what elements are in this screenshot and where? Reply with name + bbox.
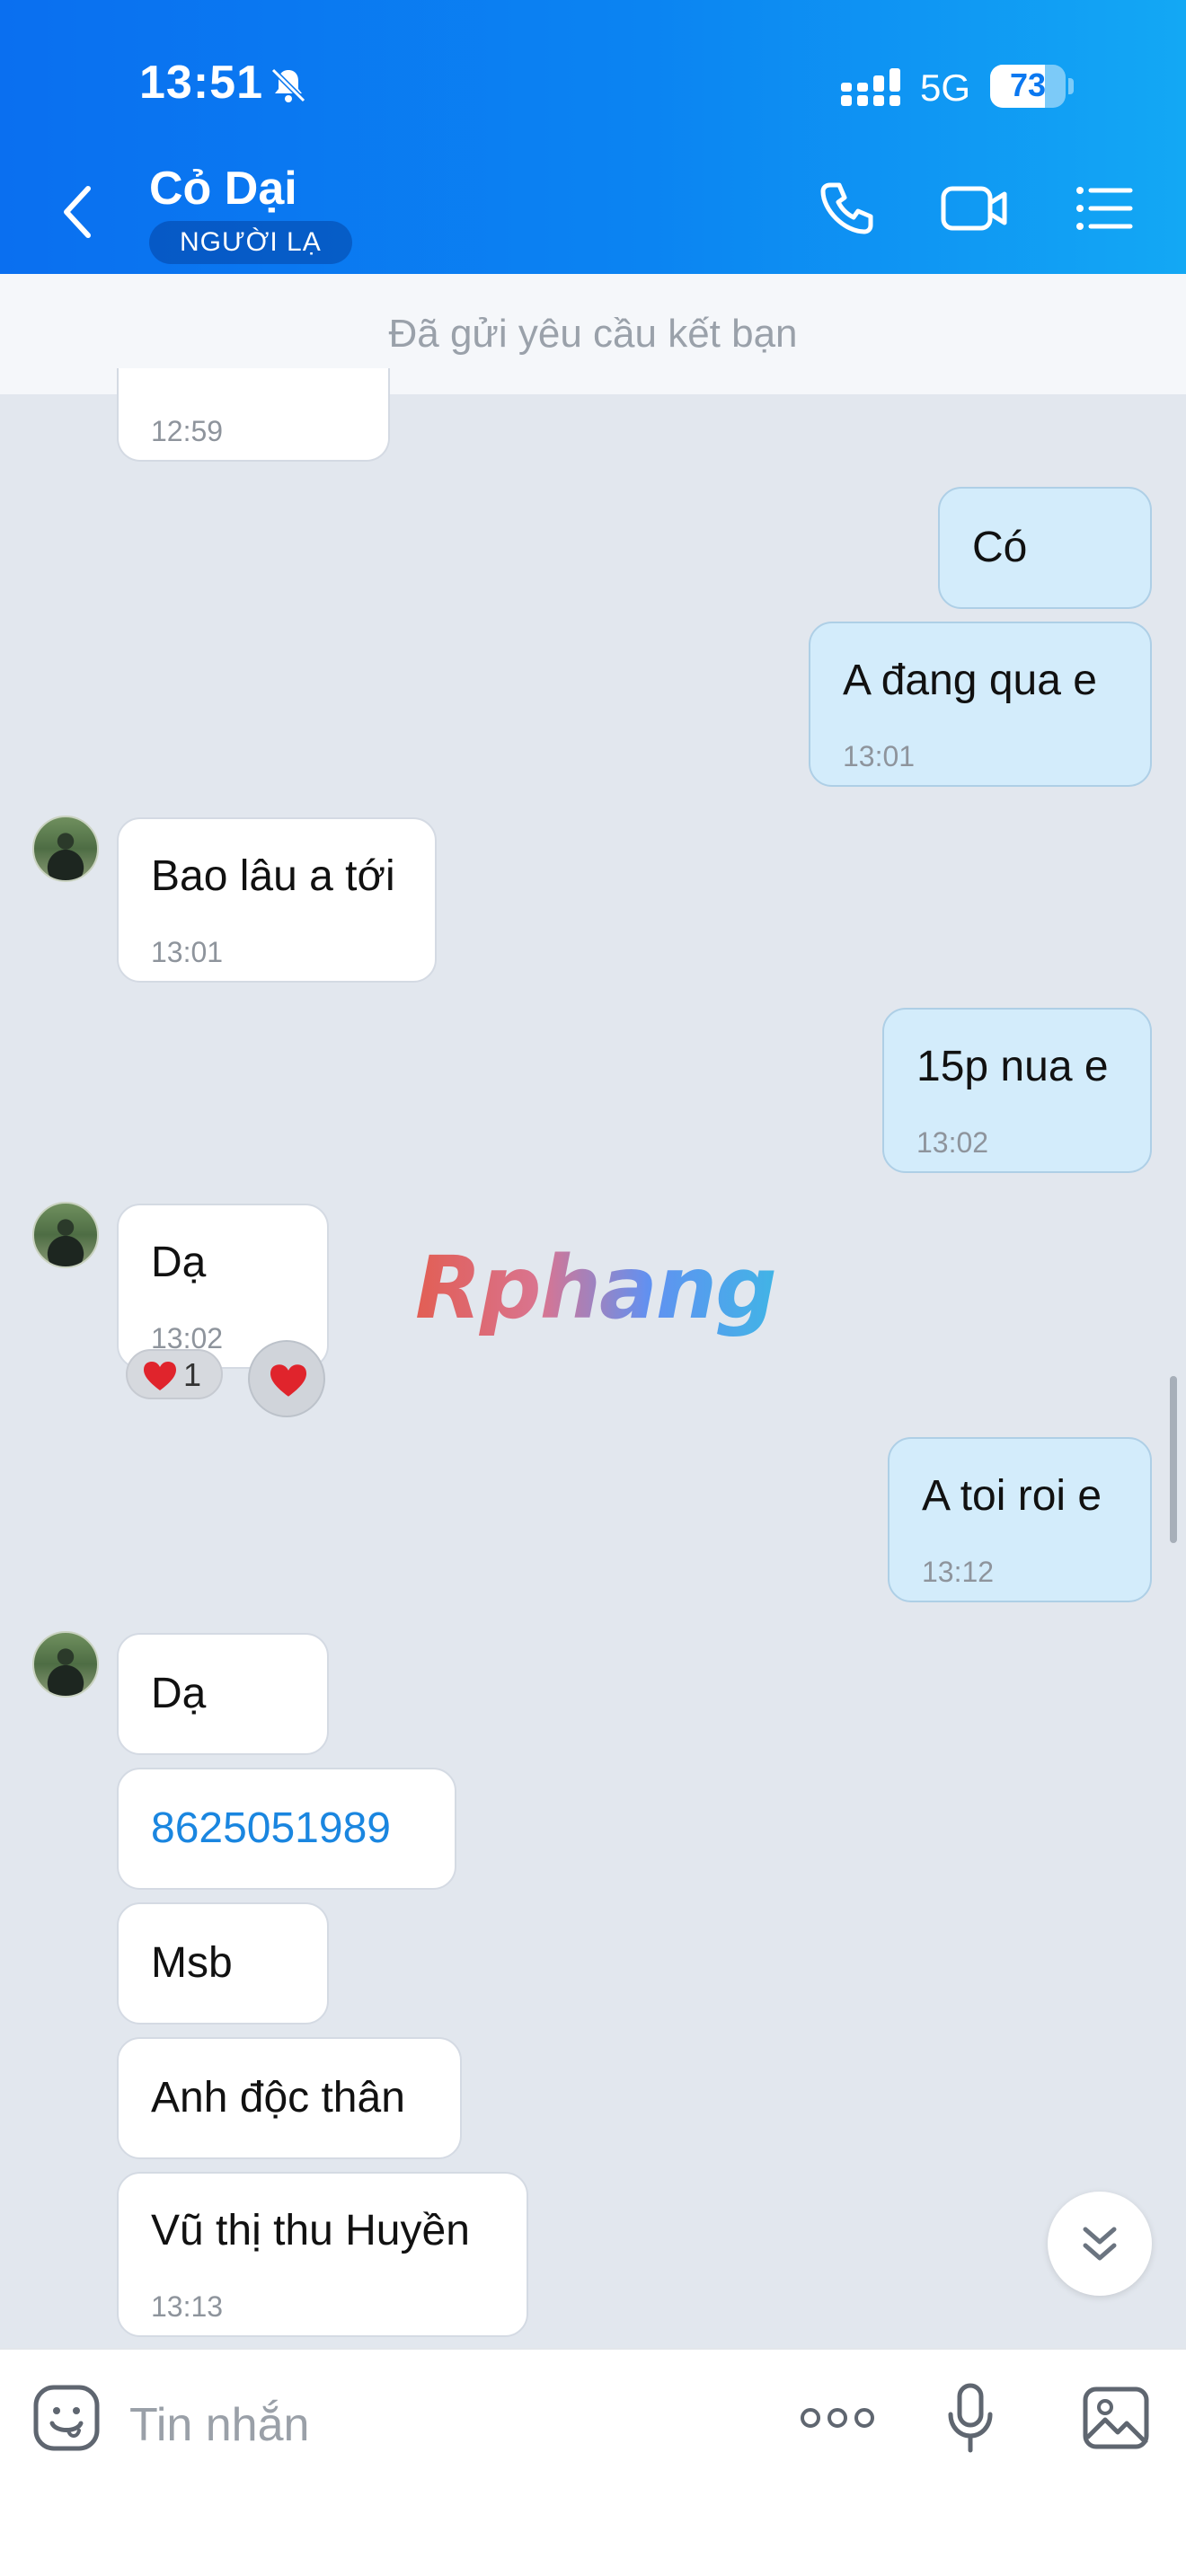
message-bubble-outgoing[interactable]: A đang qua e 13:01 bbox=[809, 622, 1152, 787]
message-bubble-outgoing[interactable]: Có bbox=[938, 487, 1152, 609]
reaction-count: 1 bbox=[183, 1356, 202, 1393]
reaction-summary[interactable]: 1 bbox=[126, 1349, 223, 1399]
chevron-double-down-icon bbox=[1083, 2227, 1117, 2261]
message-text: Dạ bbox=[151, 1239, 207, 1286]
stranger-badge: NGƯỜI LẠ bbox=[149, 221, 352, 264]
message-text: Dạ bbox=[151, 1670, 207, 1717]
message-time: 13:13 bbox=[151, 2290, 224, 2323]
video-call-icon[interactable] bbox=[940, 180, 1010, 237]
phone-icon[interactable] bbox=[818, 180, 875, 237]
heart-icon bbox=[144, 1362, 176, 1390]
message-bubble-incoming[interactable]: Anh độc thân bbox=[117, 2037, 462, 2159]
phone-number-link[interactable]: 8625051989 bbox=[151, 1802, 391, 1856]
message-text: Có bbox=[972, 524, 1028, 571]
message-time: 13:01 bbox=[151, 936, 224, 968]
image-icon[interactable] bbox=[1082, 2386, 1150, 2450]
menu-list-icon[interactable] bbox=[1075, 180, 1134, 237]
emoji-icon[interactable] bbox=[32, 2384, 101, 2452]
message-text: A toi roi e bbox=[922, 1472, 1102, 1520]
status-time: 13:51 bbox=[139, 57, 263, 109]
message-bubble-incoming[interactable]: 12:59 bbox=[117, 368, 390, 462]
battery-indicator: 73 bbox=[990, 65, 1074, 108]
chat-header: 13:51 5G 73 Cỏ Dại NGƯỜI LẠ bbox=[0, 0, 1186, 274]
message-text: A đang qua e bbox=[843, 657, 1097, 704]
bell-mute-icon bbox=[270, 67, 306, 103]
more-icon[interactable] bbox=[800, 2404, 875, 2432]
message-time: 12:59 bbox=[151, 415, 224, 447]
reaction-button[interactable] bbox=[248, 1340, 325, 1417]
message-bubble-incoming[interactable]: 8625051989 bbox=[117, 1768, 456, 1890]
battery-level: 73 bbox=[1009, 66, 1047, 103]
network-type: 5G bbox=[920, 66, 971, 109]
message-time: 13:02 bbox=[916, 1126, 989, 1159]
message-input[interactable] bbox=[129, 2382, 758, 2468]
contact-avatar[interactable] bbox=[32, 1631, 99, 1698]
message-bubble-incoming[interactable]: Dạ bbox=[117, 1633, 329, 1755]
message-text: Vũ thị thu Huyền bbox=[151, 2207, 470, 2254]
watermark: Rphang bbox=[415, 1238, 777, 1338]
message-bubble-incoming[interactable]: Bao lâu a tới 13:01 bbox=[117, 817, 437, 983]
message-bubble-incoming[interactable]: Vũ thị thu Huyền 13:13 bbox=[117, 2172, 528, 2337]
message-time: 13:01 bbox=[843, 740, 916, 772]
message-bubble-incoming[interactable]: Msb bbox=[117, 1902, 329, 2025]
contact-avatar[interactable] bbox=[32, 816, 99, 882]
contact-avatar[interactable] bbox=[32, 1202, 99, 1268]
heart-icon bbox=[270, 1364, 306, 1397]
scrollbar[interactable] bbox=[1170, 1376, 1177, 1543]
message-text: Msb bbox=[151, 1939, 233, 1987]
message-bubble-outgoing[interactable]: A toi roi e 13:12 bbox=[888, 1437, 1152, 1602]
message-text: Bao lâu a tới bbox=[151, 852, 395, 900]
message-bubble-outgoing[interactable]: 15p nua e 13:02 bbox=[882, 1008, 1152, 1173]
back-arrow-icon[interactable] bbox=[59, 183, 95, 241]
message-text: 15p nua e bbox=[916, 1043, 1109, 1090]
message-input-bar bbox=[0, 2348, 1186, 2576]
message-text: Anh độc thân bbox=[151, 2074, 405, 2122]
message-time: 13:12 bbox=[922, 1556, 995, 1588]
scroll-to-bottom-button[interactable] bbox=[1048, 2192, 1152, 2296]
contact-name[interactable]: Cỏ Dại bbox=[149, 162, 297, 216]
microphone-icon[interactable] bbox=[947, 2382, 994, 2454]
signal-icon bbox=[841, 68, 900, 106]
